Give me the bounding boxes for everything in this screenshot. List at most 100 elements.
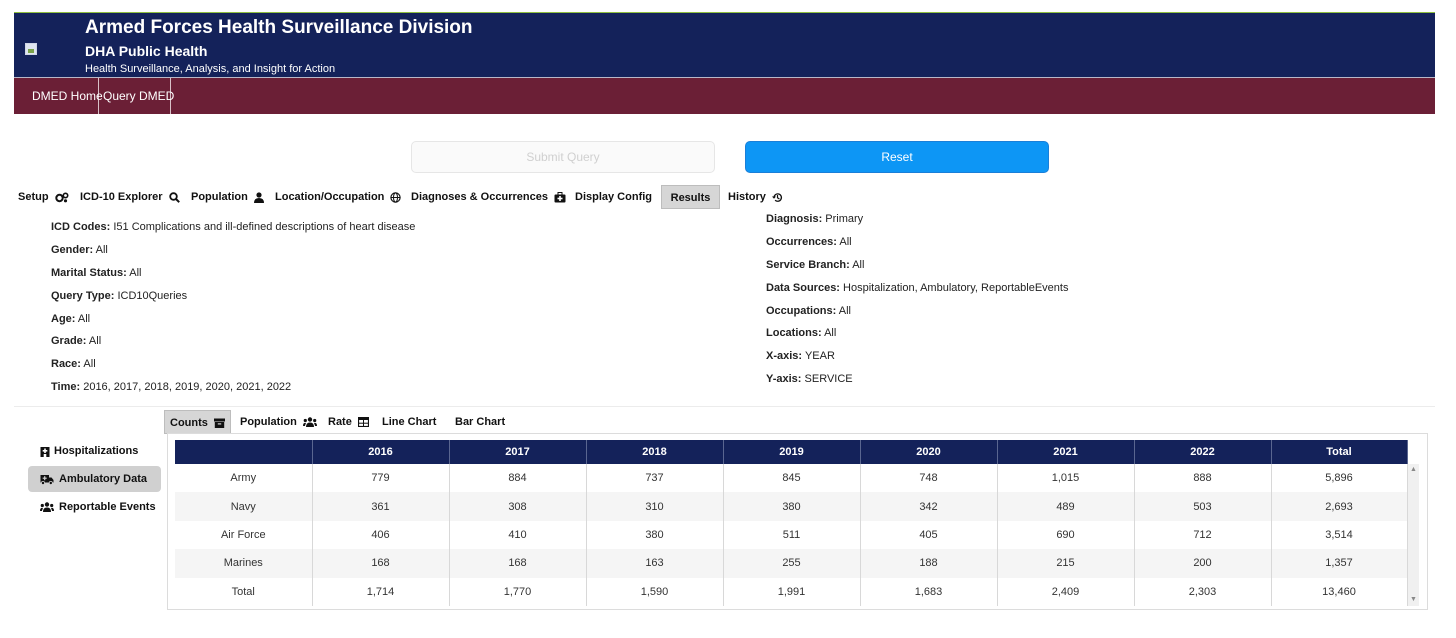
summary-diagnosis: Diagnosis: Primary: [766, 213, 864, 225]
table-cell: 13,460: [1271, 577, 1408, 606]
table-cell: 779: [312, 464, 450, 493]
tab-population[interactable]: Population: [191, 185, 264, 209]
main-nav: DMED Home Query DMED: [14, 77, 1435, 114]
table-cell: 1,770: [449, 577, 587, 606]
summary-service-branch: Service Branch: All: [766, 258, 865, 271]
column-header[interactable]: 2018: [586, 440, 724, 464]
table-cell: 2,303: [1134, 577, 1272, 606]
scroll-down-arrow-icon[interactable]: ▼: [1410, 596, 1417, 603]
table-cell: 1,590: [586, 577, 724, 606]
site-header: Armed Forces Health Surveillance Divisio…: [14, 12, 1435, 77]
table-cell: 748: [860, 464, 998, 493]
column-header[interactable]: 2020: [860, 440, 998, 464]
table-cell: Total: [175, 577, 313, 606]
column-header[interactable]: Total: [1271, 440, 1408, 464]
tab-icd10-explorer[interactable]: ICD-10 Explorer: [80, 185, 180, 209]
column-header[interactable]: 2021: [997, 440, 1135, 464]
summary-y-axis: Y-axis: SERVICE: [766, 373, 853, 386]
table-row: Army 779 884 737 845 748 1,015 888 5,896: [175, 464, 1408, 493]
table-cell: 163: [586, 549, 724, 578]
table-cell: 168: [312, 549, 450, 578]
table-scrollbar[interactable]: [1408, 464, 1419, 606]
table-cell: 503: [1134, 492, 1272, 521]
table-cell: 845: [723, 464, 861, 493]
table-cell: 200: [1134, 549, 1272, 578]
subtab-rate[interactable]: Rate: [328, 410, 369, 434]
table-cell: 1,683: [860, 577, 998, 606]
table-cell: Air Force: [175, 520, 313, 550]
summary-gender: Gender: All: [51, 243, 108, 256]
broken-image-icon: [25, 43, 37, 55]
summary-race: Race: All: [51, 358, 96, 371]
reset-button[interactable]: Reset: [745, 141, 1049, 173]
user-icon: [253, 191, 264, 203]
nav-query-dmed[interactable]: Query DMED: [100, 78, 174, 114]
table-cell: Navy: [175, 492, 313, 521]
table-cell: 712: [1134, 520, 1272, 550]
section-divider: [14, 406, 1435, 407]
table-row: Air Force 406 410 380 511 405 690 712 3,…: [175, 520, 1408, 550]
table-cell: 1,991: [723, 577, 861, 606]
column-header[interactable]: 2022: [1134, 440, 1272, 464]
tab-results[interactable]: Results: [661, 185, 720, 209]
table-cell: 188: [860, 549, 998, 578]
summary-age: Age: All: [51, 312, 91, 325]
table-cell: 511: [723, 520, 861, 550]
summary-occupations: Occupations: All: [766, 304, 851, 317]
table-cell: 342: [860, 492, 998, 521]
table-cell: 1,714: [312, 577, 450, 606]
archive-icon: [213, 418, 225, 429]
column-header[interactable]: 2019: [723, 440, 861, 464]
tab-setup[interactable]: Setup: [18, 185, 69, 209]
table-header-row: 2016 2017 2018 2019 2020 2021 2022 Total: [175, 440, 1408, 464]
table-cell: Marines: [175, 549, 313, 578]
column-header[interactable]: 2017: [449, 440, 587, 464]
table-cell: 308: [449, 492, 587, 521]
hospital-icon: [40, 446, 50, 457]
subtab-counts[interactable]: Counts: [164, 410, 231, 434]
table-cell: 380: [586, 520, 724, 550]
tab-display-config[interactable]: Display Config: [575, 185, 652, 209]
subtab-line-chart[interactable]: Line Chart: [382, 410, 436, 434]
table-cell: 380: [723, 492, 861, 521]
table-cell: 884: [449, 464, 587, 493]
table-cell: 406: [312, 520, 450, 550]
subtab-population[interactable]: Population: [240, 410, 317, 434]
tab-diagnoses-occurrences[interactable]: Diagnoses & Occurrences: [411, 185, 566, 209]
tab-history[interactable]: History: [728, 185, 783, 209]
table-row: Total 1,714 1,770 1,590 1,991 1,683 2,40…: [175, 577, 1408, 606]
table-cell: 215: [997, 549, 1135, 578]
users-icon: [40, 502, 54, 513]
query-summary-right: Diagnosis: Primary Occurrences: All Serv…: [766, 208, 1366, 391]
table-cell: 168: [449, 549, 587, 578]
globe-icon: [390, 191, 402, 203]
summary-icd-codes: ICD Codes: I51 Complications and ill-def…: [51, 221, 416, 233]
summary-data-sources: Data Sources: Hospitalization, Ambulator…: [766, 281, 1069, 294]
history-icon: [771, 192, 782, 202]
summary-occurrences: Occurrences: All: [766, 235, 852, 248]
scroll-up-arrow-icon[interactable]: ▲: [1410, 466, 1417, 473]
nav-dmed-home[interactable]: DMED Home: [28, 78, 103, 114]
gears-icon: [54, 192, 69, 202]
table-cell: 489: [997, 492, 1135, 521]
table-cell: 3,514: [1271, 520, 1408, 550]
table-icon: [357, 417, 369, 428]
subtab-bar-chart[interactable]: Bar Chart: [455, 410, 505, 434]
column-header[interactable]: [175, 440, 313, 464]
side-item-reportable-events[interactable]: Reportable Events: [28, 494, 161, 520]
table-cell: 5,896: [1271, 464, 1408, 493]
data-source-menu: Hospitalizations Ambulatory Data Reporta…: [28, 438, 161, 522]
table-cell: 255: [723, 549, 861, 578]
side-item-ambulatory-data[interactable]: Ambulatory Data: [28, 466, 161, 492]
submit-query-button[interactable]: Submit Query: [411, 141, 715, 173]
summary-locations: Locations: All: [766, 327, 837, 340]
table-cell: 2,693: [1271, 492, 1408, 521]
column-header[interactable]: 2016: [312, 440, 450, 464]
summary-time: Time: 2016, 2017, 2018, 2019, 2020, 2021…: [51, 381, 292, 394]
table-cell: 310: [586, 492, 724, 521]
side-item-hospitalizations[interactable]: Hospitalizations: [28, 438, 161, 464]
query-summary-left: ICD Codes: I51 Complications and ill-def…: [51, 216, 651, 399]
results-table-container[interactable]: 2016 2017 2018 2019 2020 2021 2022 Total…: [175, 440, 1420, 606]
tab-location-occupation[interactable]: Location/Occupation: [275, 185, 402, 209]
table-cell: 361: [312, 492, 450, 521]
